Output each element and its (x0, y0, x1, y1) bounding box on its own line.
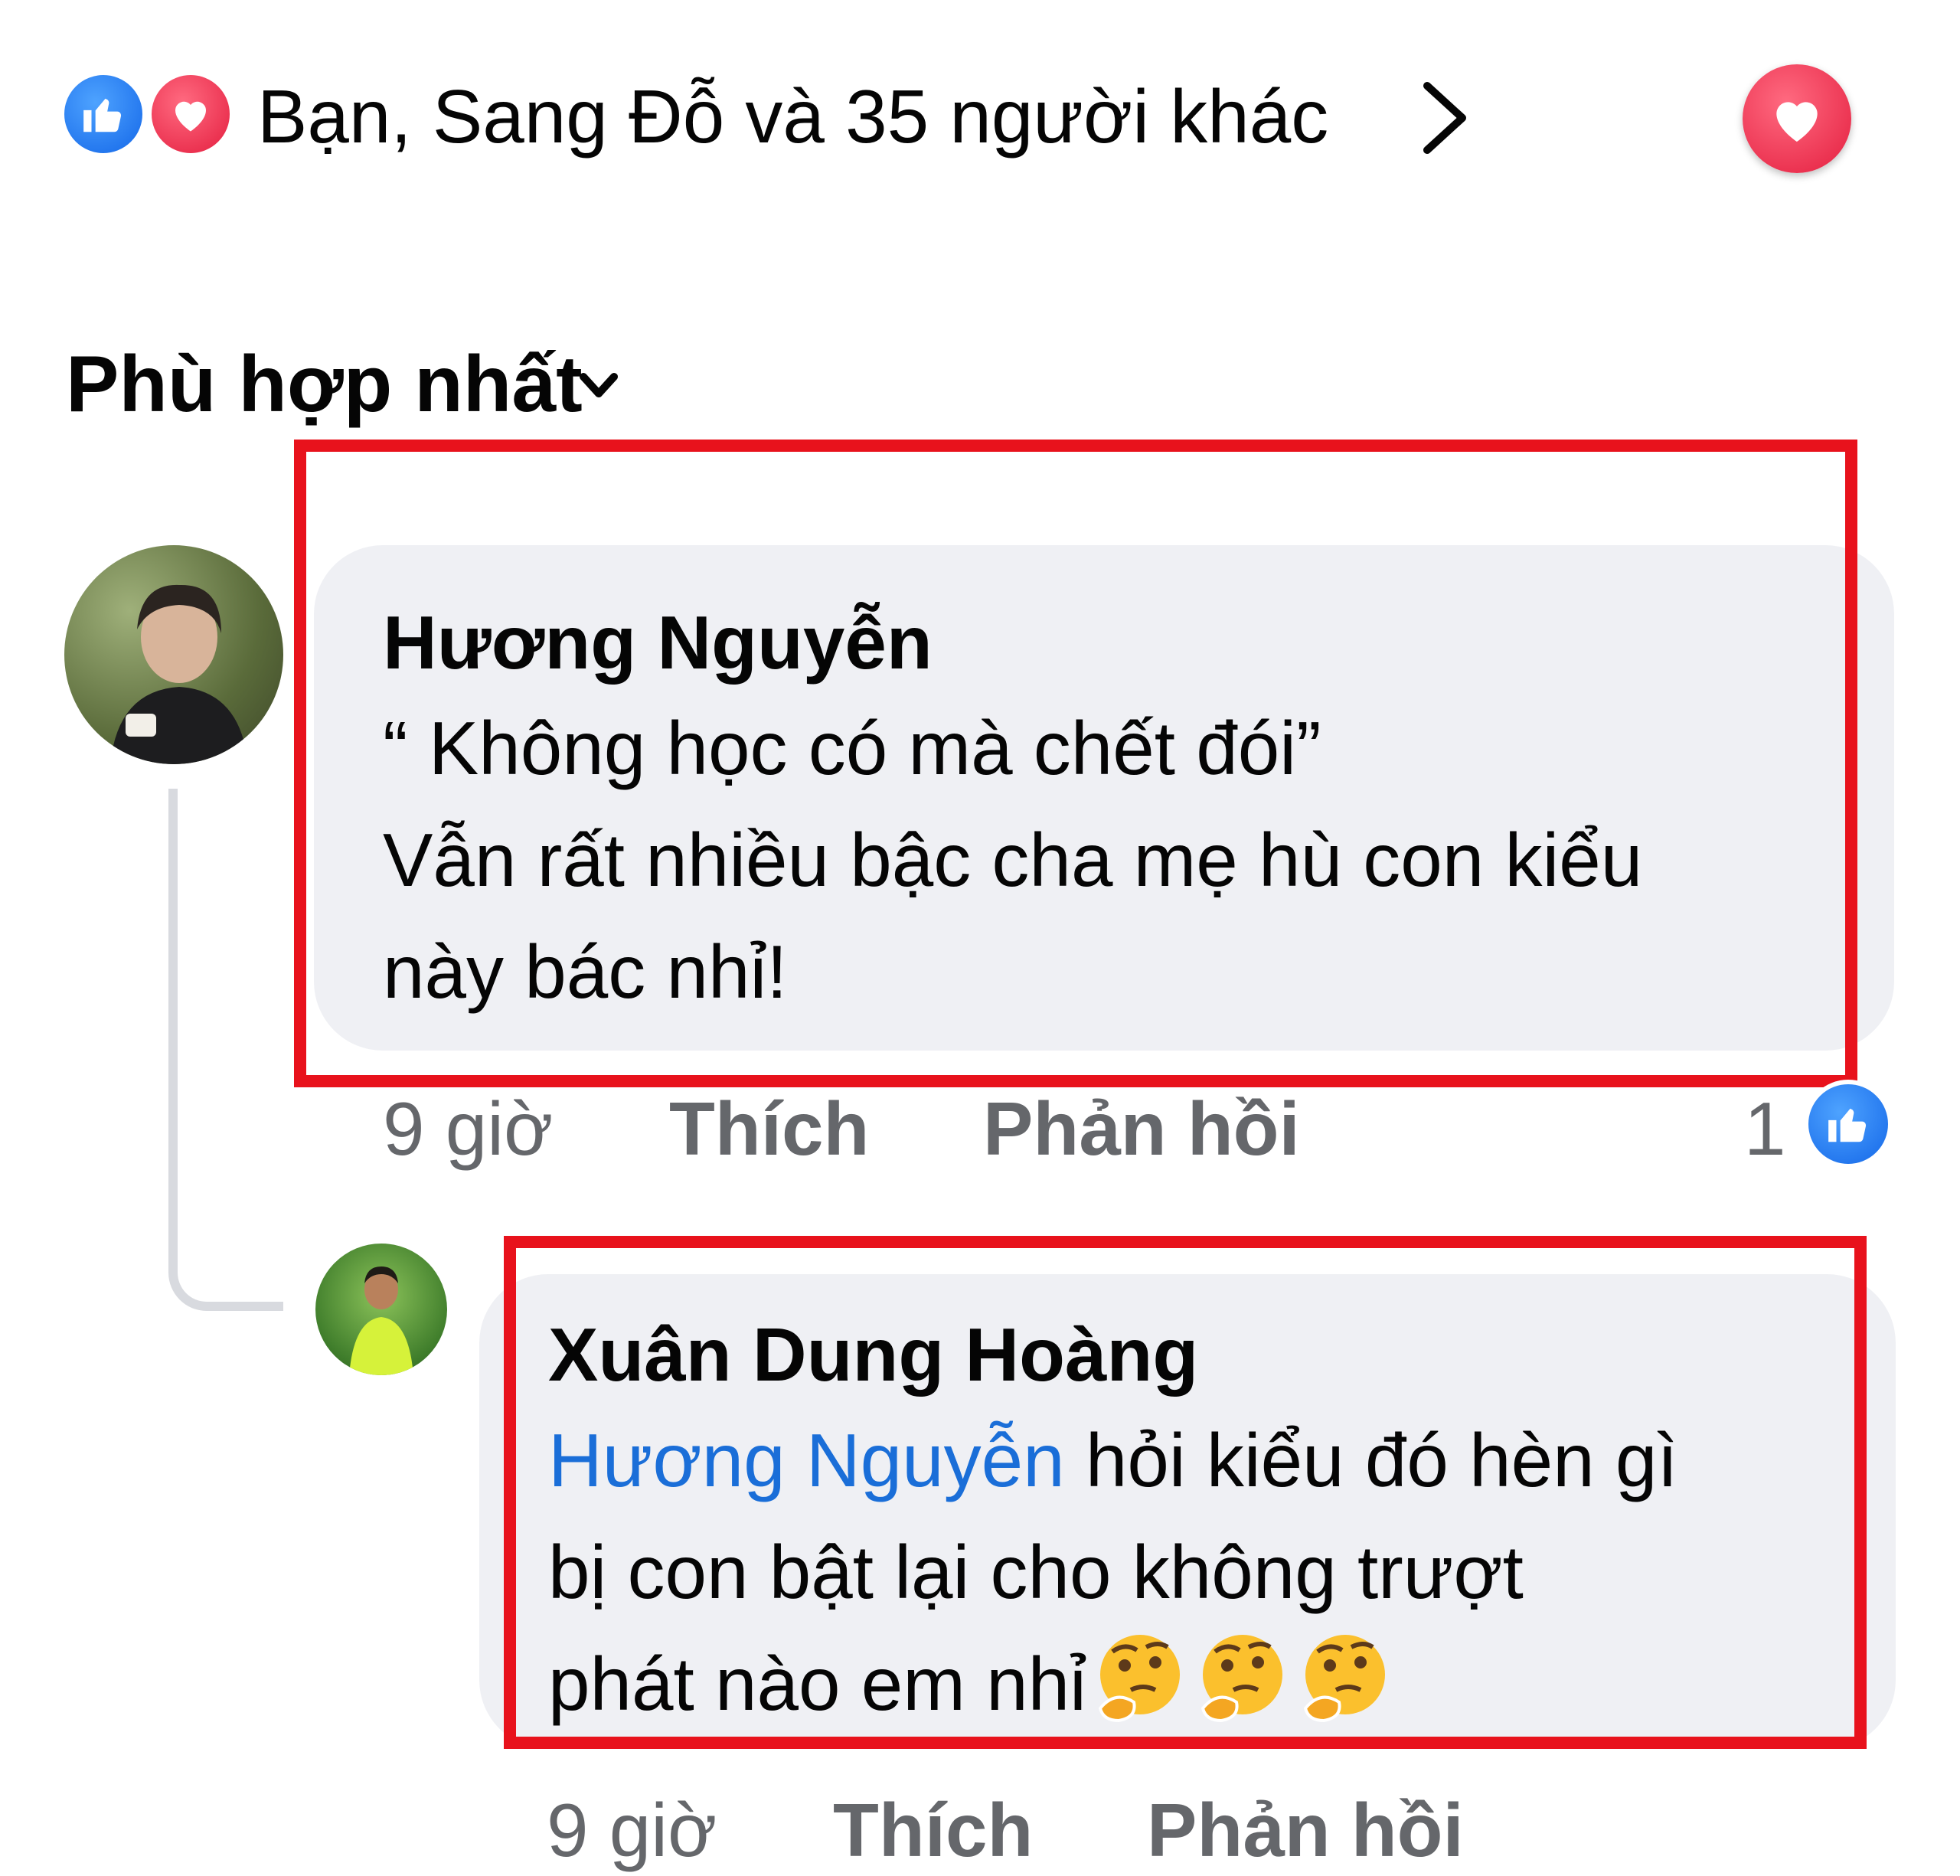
reactions-summary[interactable]: Bạn, Sang Đỗ và 35 người khác (257, 70, 1328, 162)
like-count[interactable]: 1 (1744, 1083, 1786, 1175)
avatar[interactable] (64, 545, 283, 764)
chevron-right-icon[interactable] (1418, 80, 1472, 156)
highlight-box (504, 1236, 1867, 1749)
heart-icon (175, 101, 206, 132)
thread-connector (168, 789, 283, 1311)
love-reaction-button[interactable] (1743, 64, 1851, 173)
comment-time[interactable]: 9 giờ (383, 1083, 553, 1175)
avatar[interactable] (315, 1244, 447, 1375)
like-button[interactable]: Thích (669, 1083, 869, 1175)
like-button[interactable]: Thích (833, 1784, 1033, 1876)
reply-button[interactable]: Phản hồi (983, 1083, 1300, 1175)
heart-icon (1776, 102, 1818, 142)
love-reaction-icon (147, 70, 234, 158)
like-reaction-icon (60, 70, 147, 158)
thumbs-up-icon (83, 98, 122, 132)
comment-time[interactable]: 9 giờ (547, 1784, 717, 1876)
highlight-box (294, 440, 1857, 1087)
sort-dropdown[interactable]: Phù hợp nhất (66, 337, 583, 432)
reply-button[interactable]: Phản hồi (1147, 1784, 1464, 1876)
like-reaction-icon[interactable] (1804, 1080, 1893, 1168)
chevron-down-icon[interactable] (576, 363, 622, 409)
thumbs-up-icon (1828, 1108, 1867, 1142)
